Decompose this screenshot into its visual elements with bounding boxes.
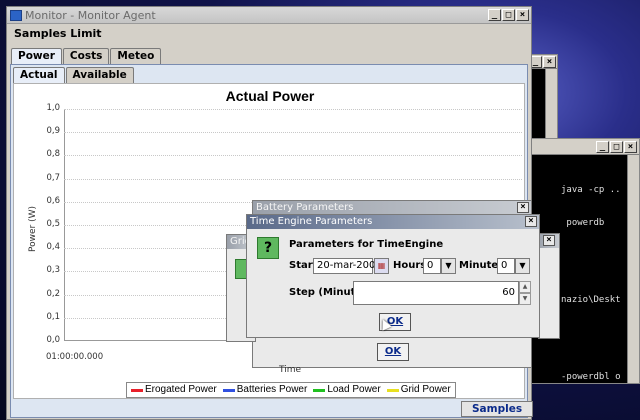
gridline — [64, 109, 522, 110]
minimize-icon[interactable]: _ — [596, 141, 609, 153]
start-date-field[interactable]: 20-mar-2008 — [313, 258, 382, 274]
gridline — [64, 178, 522, 180]
y-tick-label: 0,8 — [46, 149, 60, 160]
samples-limit-menu[interactable]: Samples Limit — [10, 26, 106, 42]
legend-label: Load Power — [327, 384, 381, 395]
close-icon[interactable]: × — [517, 202, 529, 213]
legend-marker — [222, 388, 235, 392]
help-icon: ? — [257, 237, 279, 259]
y-tick-label: 0,3 — [46, 265, 60, 276]
tab-available[interactable]: Available — [65, 67, 134, 83]
minimize-icon[interactable]: _ — [488, 9, 501, 21]
legend-label: Erogated Power — [145, 384, 217, 395]
x-tick-label: 01:00:00.000 — [46, 352, 104, 362]
gridline — [64, 132, 522, 134]
samples-button[interactable]: Samples — [461, 401, 534, 417]
terminal-line: nazio\Deskt — [561, 295, 621, 305]
chevron-down-icon[interactable]: ▼ — [515, 258, 530, 274]
terminal-window-back[interactable]: _ × — [529, 54, 558, 145]
spinner-up-icon[interactable]: ▲ — [519, 281, 531, 293]
close-icon[interactable]: × — [525, 216, 537, 227]
time-engine-dialog: Time Engine Parameters × ? Parameters fo… — [246, 214, 540, 338]
step-spinner[interactable]: ▲ ▼ — [519, 281, 531, 305]
dialog-heading: Parameters for TimeEngine — [289, 239, 444, 250]
close-icon[interactable]: × — [543, 56, 556, 68]
chevron-down-icon[interactable]: ▼ — [441, 258, 456, 274]
tab-actual[interactable]: Actual — [13, 67, 65, 83]
terminal-scrollbar[interactable] — [545, 69, 557, 145]
minutes-combo[interactable]: 0 — [497, 258, 515, 274]
terminal-line: java -cp .. — [561, 185, 621, 195]
sub-tabs: Actual Available — [13, 67, 135, 83]
tab-meteo[interactable]: Meteo — [110, 48, 162, 64]
terminal-scrollbar[interactable] — [627, 155, 639, 383]
hours-label: Hours — [393, 260, 427, 271]
legend-item: Grid Power — [386, 383, 451, 397]
legend-item: Erogated Power — [131, 383, 217, 397]
y-tick-label: 0,2 — [46, 288, 60, 299]
tab-power[interactable]: Power — [11, 48, 62, 64]
maximize-icon[interactable]: □ — [502, 9, 515, 21]
y-tick-label: 1,0 — [46, 103, 60, 113]
tab-costs[interactable]: Costs — [62, 48, 110, 64]
spinner-down-icon[interactable]: ▼ — [519, 293, 531, 305]
calendar-icon[interactable]: ▦ — [374, 258, 389, 274]
close-icon[interactable]: × — [624, 141, 637, 153]
close-icon[interactable]: × — [543, 235, 555, 246]
legend-marker — [131, 388, 143, 392]
x-axis-label: Time — [279, 365, 302, 375]
legend-marker — [386, 388, 399, 392]
menu-bar: Samples Limit — [7, 24, 531, 44]
chart-legend: Erogated Power Batteries Power Load Powe… — [126, 382, 456, 398]
battery-ok-button[interactable]: OK — [377, 343, 409, 361]
main-tabs: Power Costs Meteo — [11, 48, 162, 64]
close-icon[interactable]: × — [516, 9, 529, 21]
dialog-titlebar[interactable]: Time Engine Parameters × — [247, 215, 539, 229]
y-tick-label: 0,5 — [46, 219, 60, 229]
dialog-titlebar[interactable]: × — [539, 234, 559, 248]
y-axis-label: Power (W) — [28, 206, 38, 252]
maximize-icon[interactable]: □ — [610, 141, 623, 153]
dialog-title: Battery Parameters — [256, 202, 354, 213]
hidden-dialog-edge: × — [538, 233, 560, 339]
legend-marker — [313, 388, 326, 392]
chart-title: Actual Power — [225, 88, 315, 104]
y-tick-label: 0,6 — [46, 195, 60, 206]
y-tick-label: 0,0 — [46, 335, 60, 345]
terminal-line: -powerdbl o — [561, 372, 621, 382]
y-tick-label: 0,9 — [46, 126, 60, 137]
legend-label: Batteries Power — [236, 384, 308, 395]
dialog-titlebar[interactable]: Battery Parameters × — [253, 201, 531, 215]
window-title: Monitor - Monitor Agent — [25, 9, 156, 22]
hours-combo[interactable]: 0 — [423, 258, 441, 274]
legend-item: Load Power — [313, 383, 381, 397]
terminal-line: powerdb — [561, 218, 605, 228]
step-input[interactable]: 60 — [353, 281, 519, 305]
terminal-titlebar[interactable]: _ × — [529, 55, 557, 69]
y-tick-label: 0,7 — [46, 172, 60, 183]
y-tick-label: 0,4 — [46, 242, 60, 253]
y-tick-label: 0,1 — [46, 311, 60, 322]
app-icon — [10, 10, 22, 21]
terminal-titlebar[interactable]: _ □ × — [531, 139, 639, 155]
dialog-title: Time Engine Parameters — [250, 216, 373, 227]
window-titlebar[interactable]: Monitor - Monitor Agent _ □ × — [7, 7, 531, 24]
legend-label: Grid Power — [400, 384, 451, 395]
gridline — [64, 155, 522, 157]
legend-item: Batteries Power — [222, 383, 308, 397]
